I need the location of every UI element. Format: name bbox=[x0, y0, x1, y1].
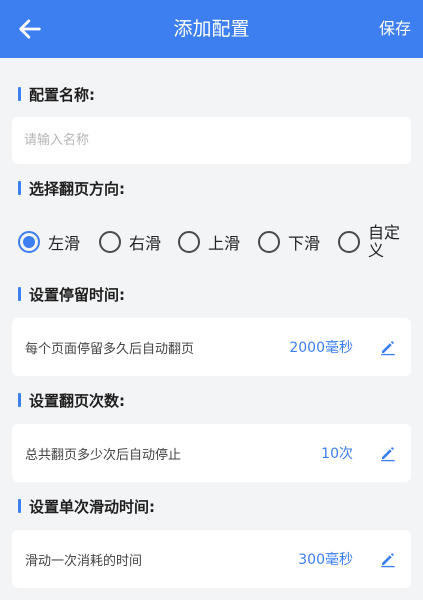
section-label-name: 配置名称: bbox=[18, 84, 95, 104]
swipe-time-value[interactable]: 300毫秒 bbox=[298, 530, 353, 588]
page-count-description: 总共翻页多少次后自动停止 bbox=[25, 447, 182, 463]
radio-unchecked-icon bbox=[99, 231, 121, 253]
page-title: 添加配置 bbox=[173, 18, 250, 40]
direction-radio-group: 左滑 右滑 上滑 下滑 自定义 bbox=[18, 220, 418, 264]
name-input[interactable] bbox=[12, 117, 411, 164]
section-label-text: 设置翻页次数: bbox=[29, 391, 125, 410]
name-input-card bbox=[12, 117, 411, 164]
section-label-swipe-time: 设置单次滑动时间: bbox=[18, 496, 155, 516]
radio-label: 下滑 bbox=[288, 234, 321, 253]
pencil-icon[interactable] bbox=[379, 444, 397, 462]
radio-unchecked-icon bbox=[258, 231, 280, 253]
page-count-card[interactable]: 总共翻页多少次后自动停止 10次 bbox=[12, 424, 411, 482]
radio-option-right[interactable]: 右滑 bbox=[99, 220, 161, 264]
radio-unchecked-icon bbox=[178, 231, 200, 253]
radio-unchecked-icon bbox=[338, 231, 360, 253]
section-marker bbox=[18, 87, 21, 101]
radio-label: 自定义 bbox=[368, 223, 401, 260]
section-label-text: 选择翻页方向: bbox=[29, 179, 125, 198]
stay-time-description: 每个页面停留多久后自动翻页 bbox=[25, 341, 195, 357]
section-label-page-count: 设置翻页次数: bbox=[18, 390, 125, 410]
pencil-icon[interactable] bbox=[379, 550, 397, 568]
swipe-time-card[interactable]: 滑动一次消耗的时间 300毫秒 bbox=[12, 530, 411, 588]
section-marker bbox=[18, 499, 21, 513]
pencil-icon[interactable] bbox=[379, 338, 397, 356]
page-count-value[interactable]: 10次 bbox=[321, 424, 353, 482]
section-label-text: 设置停留时间: bbox=[29, 285, 125, 304]
section-label-text: 配置名称: bbox=[29, 85, 95, 104]
section-marker bbox=[18, 181, 21, 195]
save-button[interactable]: 保存 bbox=[379, 0, 411, 58]
radio-label: 上滑 bbox=[208, 234, 241, 253]
radio-option-up[interactable]: 上滑 bbox=[178, 220, 240, 264]
section-marker bbox=[18, 393, 21, 407]
section-marker bbox=[18, 287, 21, 301]
radio-option-down[interactable]: 下滑 bbox=[258, 220, 320, 264]
stay-time-value[interactable]: 2000毫秒 bbox=[289, 318, 353, 376]
section-label-stay-time: 设置停留时间: bbox=[18, 284, 125, 304]
section-label-text: 设置单次滑动时间: bbox=[29, 497, 155, 516]
stay-time-card[interactable]: 每个页面停留多久后自动翻页 2000毫秒 bbox=[12, 318, 411, 376]
radio-label: 左滑 bbox=[48, 234, 81, 253]
radio-label: 右滑 bbox=[129, 234, 162, 253]
swipe-time-description: 滑动一次消耗的时间 bbox=[25, 553, 143, 569]
radio-option-left[interactable]: 左滑 bbox=[18, 220, 80, 264]
radio-option-custom[interactable]: 自定义 bbox=[338, 220, 404, 264]
radio-checked-icon bbox=[18, 231, 40, 253]
app-header: 添加配置 保存 bbox=[0, 0, 423, 58]
section-label-direction: 选择翻页方向: bbox=[18, 178, 125, 198]
